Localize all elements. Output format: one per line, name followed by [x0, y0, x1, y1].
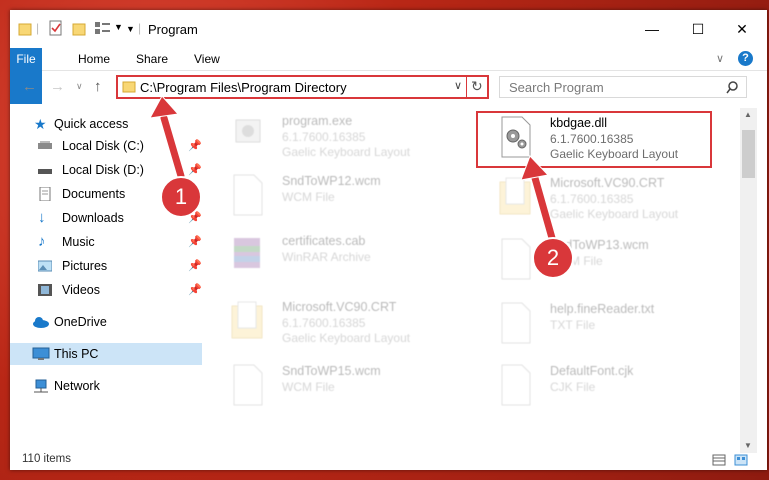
arrow-1	[149, 95, 185, 180]
annotation-arrows	[149, 95, 556, 242]
step-badge-1: 1	[160, 176, 202, 218]
step-badge-2: 2	[532, 237, 574, 279]
arrow-2	[520, 155, 556, 242]
